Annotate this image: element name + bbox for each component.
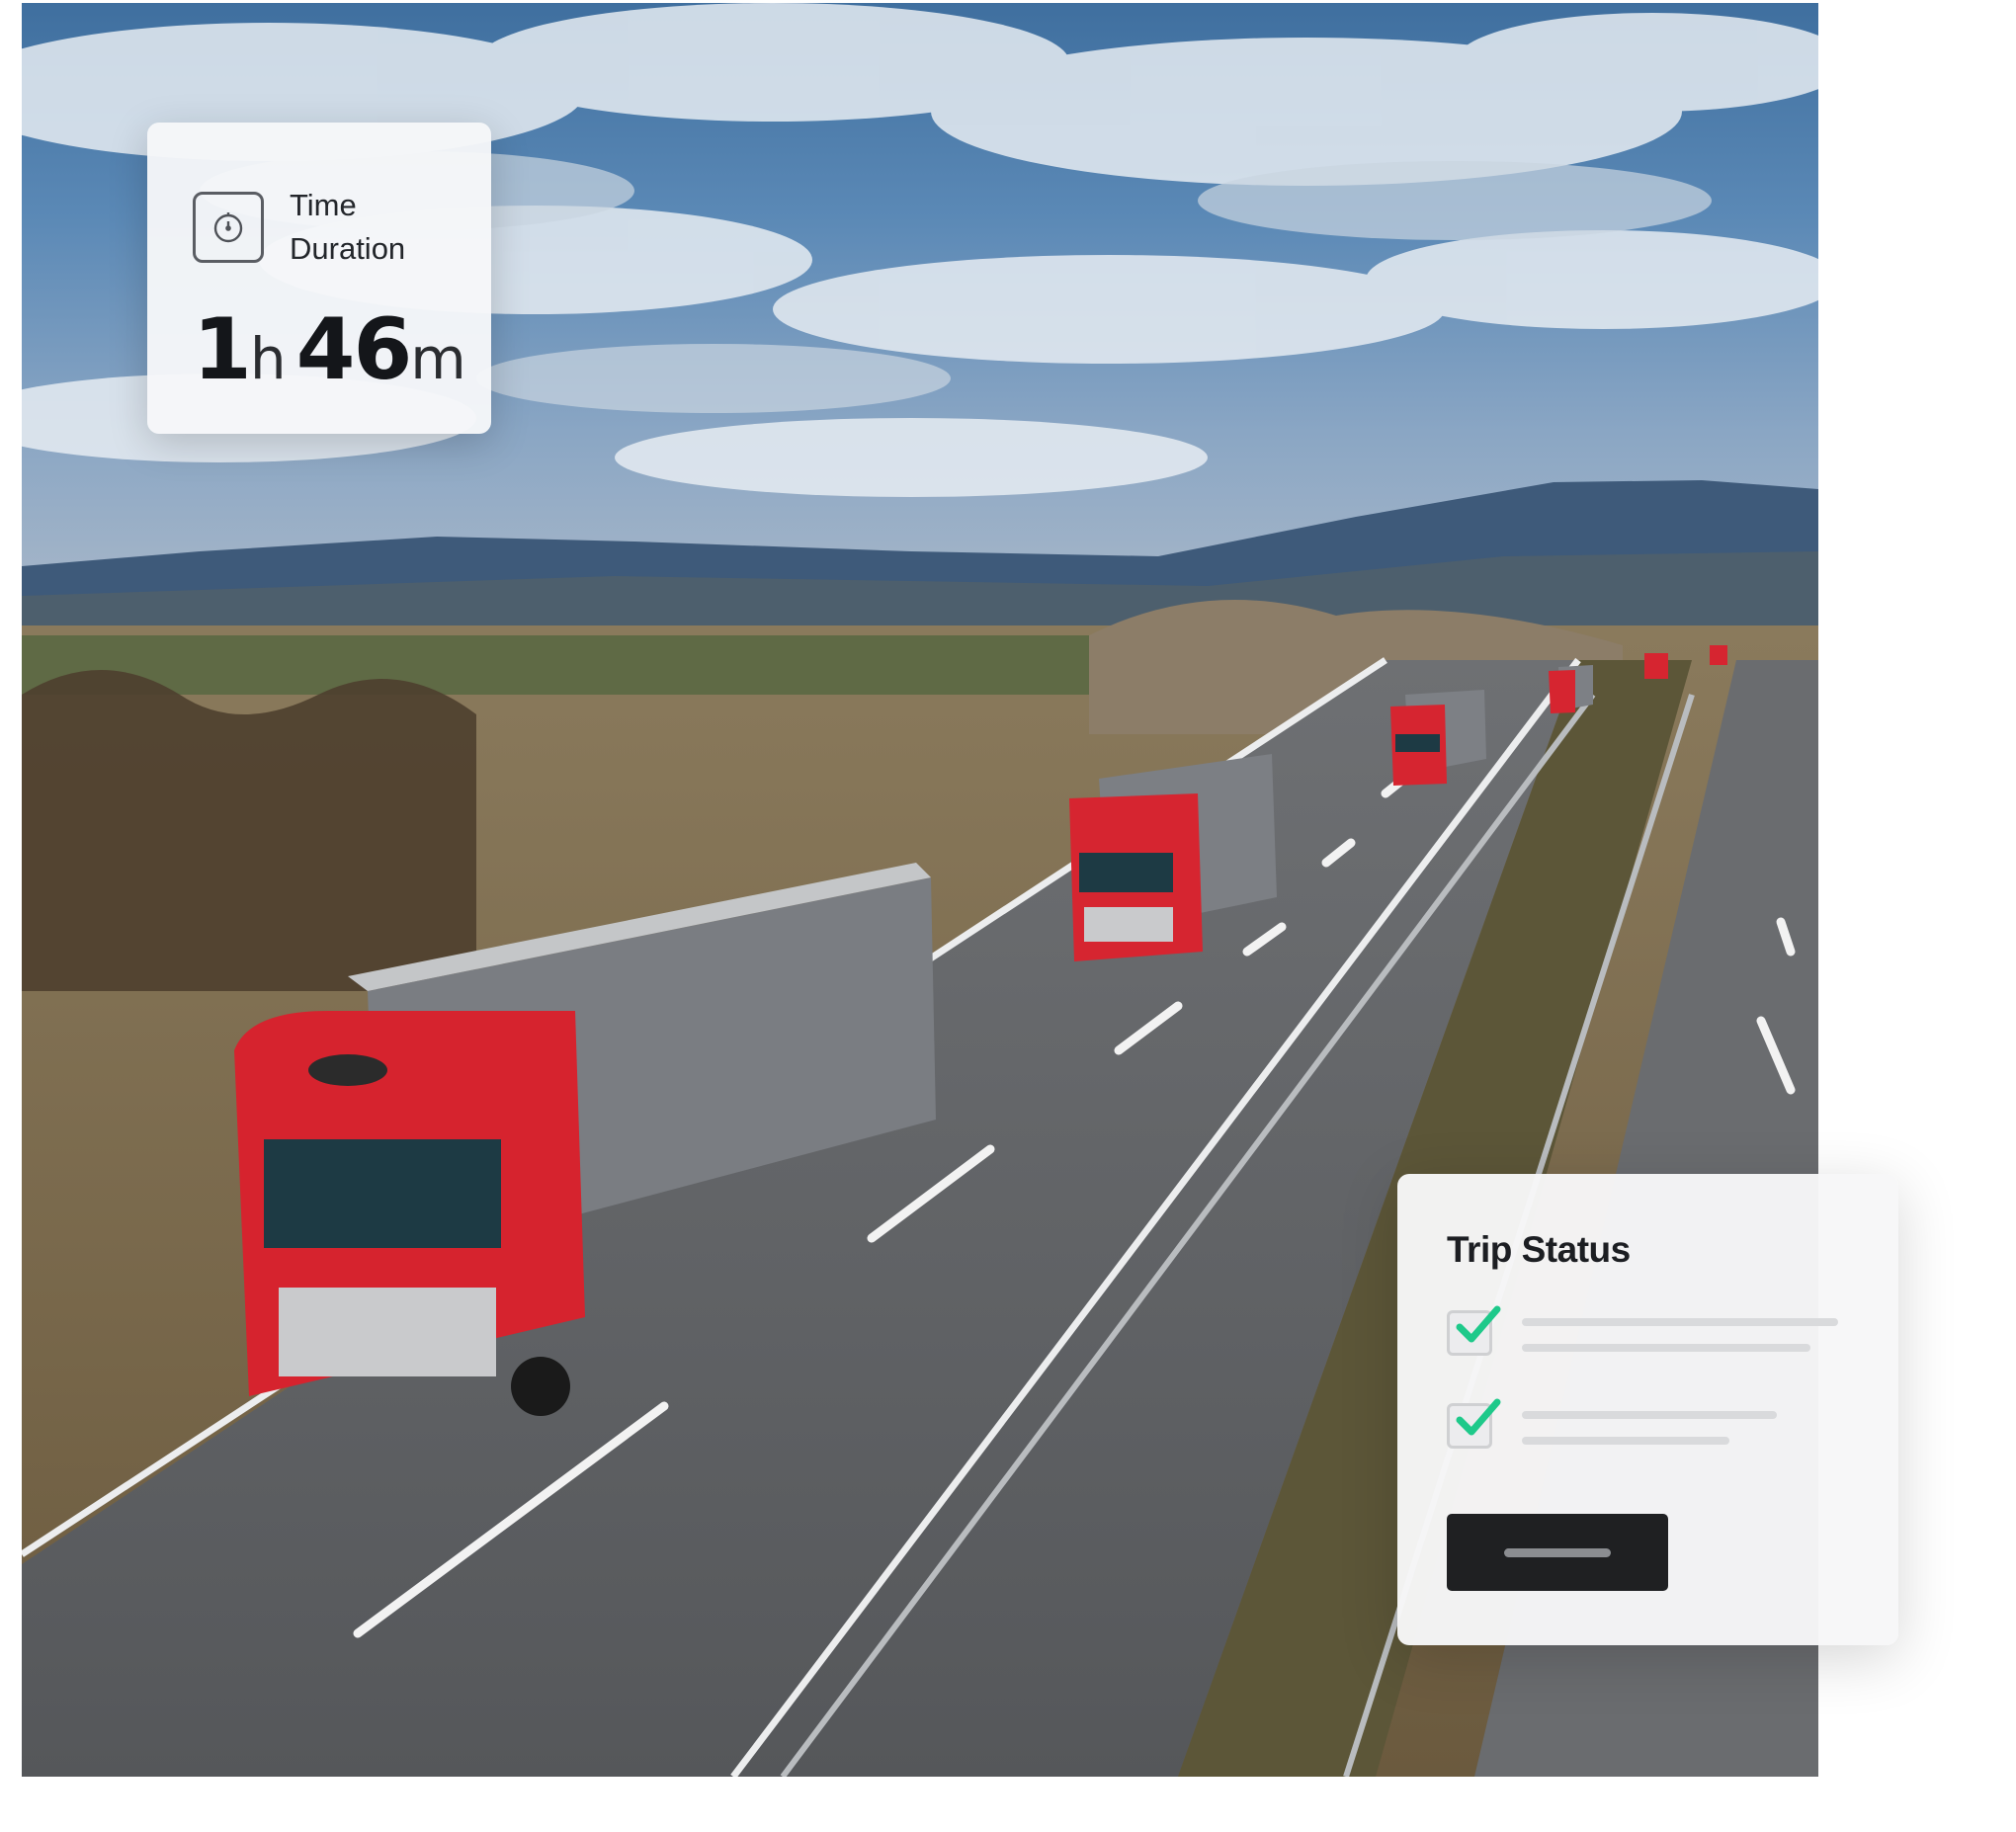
duration-label: Time Duration <box>290 188 406 266</box>
fifth-truck <box>1644 653 1668 679</box>
duration-hours: 1 <box>193 300 252 399</box>
trip-status-card: Trip Status <box>1397 1174 1898 1645</box>
checkmark-icon <box>1456 1305 1501 1343</box>
trip-status-action-button[interactable] <box>1447 1514 1668 1591</box>
time-duration-card: Time Duration 1h 46m <box>147 123 491 434</box>
status-item-text-placeholder <box>1522 1310 1838 1352</box>
duration-value: 1h 46m <box>193 300 491 399</box>
status-item <box>1447 1305 1898 1356</box>
stopwatch-icon <box>193 192 264 263</box>
sixth-truck <box>1710 645 1727 665</box>
status-item <box>1447 1398 1898 1449</box>
checkmark-icon <box>1456 1398 1501 1436</box>
duration-header: Time Duration <box>193 184 491 271</box>
trip-status-title: Trip Status <box>1447 1229 1631 1270</box>
button-label-placeholder <box>1504 1547 1611 1557</box>
duration-minutes: 46 <box>295 300 413 399</box>
duration-minutes-unit: m <box>410 325 465 392</box>
status-checkbox[interactable] <box>1447 1305 1501 1356</box>
status-item-text-placeholder <box>1522 1403 1777 1445</box>
duration-hours-unit: h <box>249 325 287 392</box>
status-checkbox[interactable] <box>1447 1398 1501 1449</box>
